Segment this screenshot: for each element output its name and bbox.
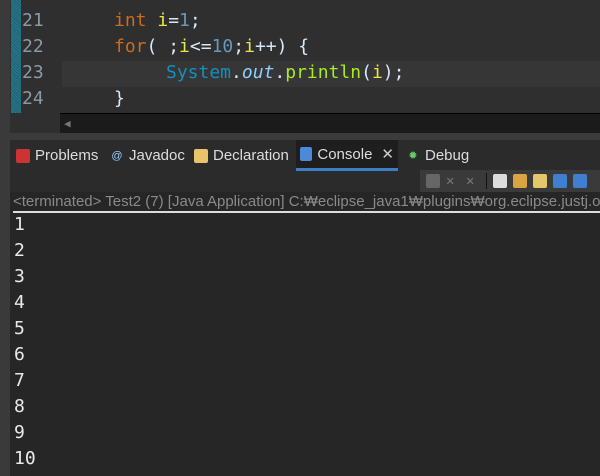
declaration-icon [194, 148, 208, 163]
code-line: int i=1; [114, 8, 201, 34]
output-line: 8 [14, 396, 25, 417]
remove-launch-icon[interactable]: ✕ [446, 174, 460, 188]
code-token: println [285, 62, 362, 83]
code-token: <= [189, 36, 212, 57]
debug-icon: ✹ [408, 149, 418, 162]
code-token: i [244, 36, 255, 57]
code-token: ++) { [254, 36, 310, 57]
scroll-left-icon[interactable]: ◀ [64, 117, 71, 130]
console-output[interactable]: <terminated> Test2 (7) [Java Application… [10, 192, 600, 476]
tab-label: Javadoc [129, 147, 185, 164]
output-line: 3 [14, 266, 25, 287]
code-token: 1 [179, 10, 190, 31]
code-token: System [166, 62, 232, 83]
left-panel-edge [0, 0, 10, 476]
line-number: 24 [22, 88, 44, 109]
close-icon[interactable]: ✕ [381, 145, 394, 163]
output-line: 2 [14, 240, 25, 261]
output-line: 6 [14, 344, 25, 365]
code-token: . [231, 62, 242, 83]
console-header: <terminated> Test2 (7) [Java Application… [13, 192, 600, 213]
code-token: ( ; [146, 36, 180, 57]
code-token: . [274, 62, 286, 83]
console-toolbar: ✕ ✕ [420, 170, 600, 192]
clear-console-icon[interactable] [493, 174, 507, 188]
tab-problems[interactable]: Problems [12, 140, 102, 171]
code-token: ( [361, 62, 372, 83]
tab-label: Declaration [213, 147, 289, 164]
code-token: i [157, 10, 169, 31]
code-token: ); [382, 62, 405, 83]
console-icon [300, 147, 313, 161]
code-token: i [371, 62, 383, 83]
line-number: 23 [22, 62, 44, 83]
output-line: 1 [14, 214, 25, 235]
code-token: i [179, 36, 190, 57]
code-token: ; [233, 36, 245, 57]
code-token: for [114, 36, 147, 57]
output-line: 9 [14, 422, 25, 443]
problems-icon [16, 148, 30, 163]
line-number: 21 [22, 10, 44, 31]
tab-label: Debug [425, 147, 470, 164]
terminate-icon[interactable] [426, 174, 440, 188]
code-token: out [241, 62, 275, 83]
tab-label: Problems [35, 147, 99, 164]
view-tab-bar: Problems @ Javadoc Declaration Console ✕ ✹… [10, 140, 600, 171]
code-line: } [114, 86, 125, 112]
tab-debug[interactable]: ✹ Debug [402, 140, 473, 171]
show-on-output-icon[interactable] [553, 174, 567, 188]
output-line: 7 [14, 370, 25, 391]
line-number: 22 [22, 36, 44, 57]
toolbar-divider [486, 173, 487, 189]
code-line: for( ;i<=10;i++) { [114, 34, 309, 60]
output-line: 10 [14, 448, 36, 469]
code-token: 10 [211, 36, 234, 57]
tab-console[interactable]: Console ✕ [296, 140, 398, 171]
scroll-lock-icon[interactable] [513, 174, 527, 188]
tab-declaration[interactable]: Declaration [190, 140, 293, 171]
code-token: = [168, 10, 180, 31]
horizontal-scrollbar[interactable]: ◀ [60, 113, 600, 133]
show-on-error-icon[interactable] [573, 174, 587, 188]
remove-all-icon[interactable]: ✕ [466, 174, 480, 188]
javadoc-icon: @ [111, 149, 123, 162]
code-line: System.out.println(i); [166, 60, 404, 86]
change-ruler [11, 0, 21, 113]
code-editor[interactable]: 21 int i=1; 22 for( ;i<=10;i++) {23 System.o… [0, 0, 600, 133]
tab-javadoc[interactable]: @ Javadoc [106, 140, 189, 171]
panel-divider[interactable] [0, 133, 600, 140]
output-line: 4 [14, 292, 25, 313]
code-token: int [114, 10, 158, 31]
output-line: 5 [14, 318, 25, 339]
code-token: } [114, 88, 125, 109]
word-wrap-icon[interactable] [533, 174, 547, 188]
tab-label: Console [317, 145, 373, 163]
code-token: ; [189, 10, 201, 31]
